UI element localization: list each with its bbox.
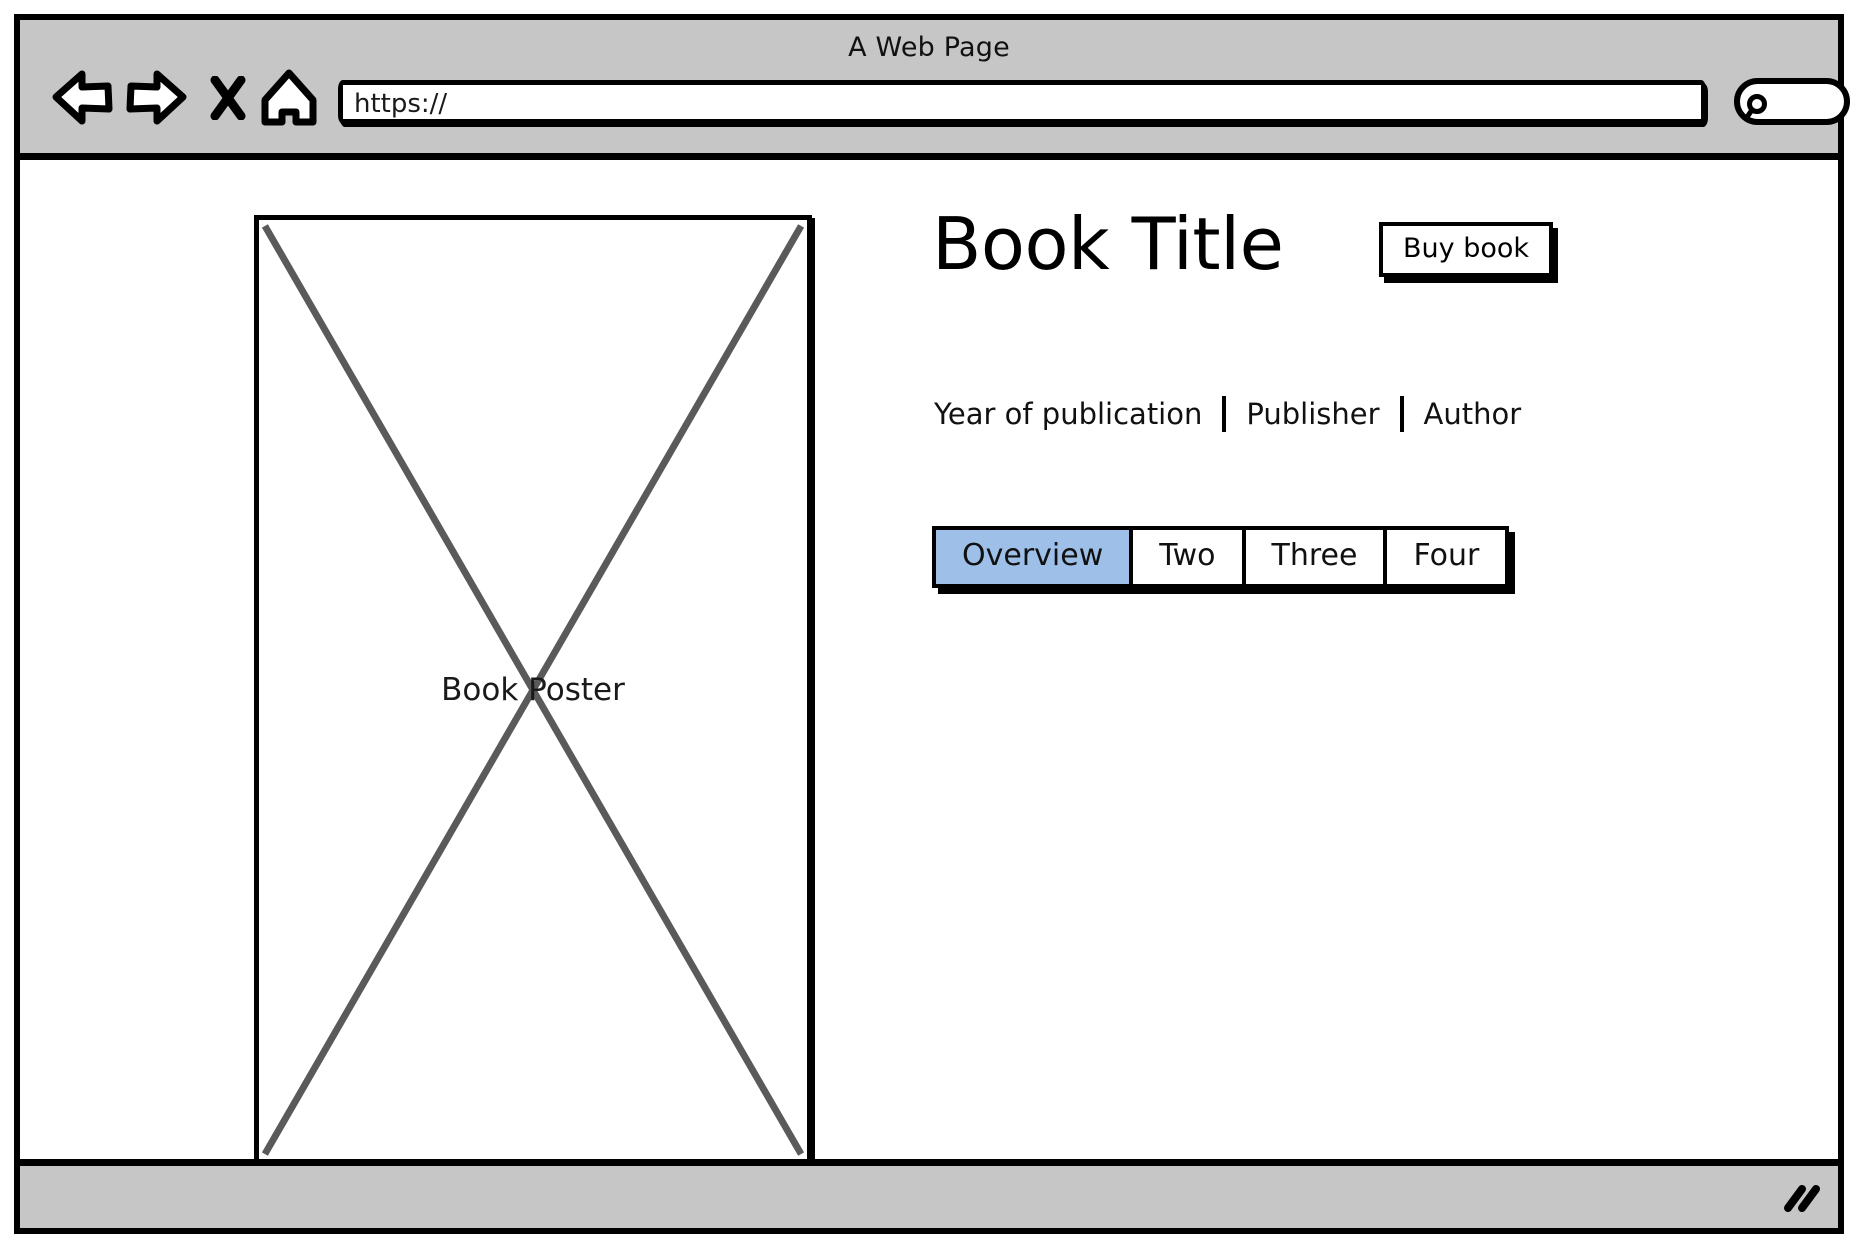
book-metadata: Year of publication Publisher Author (932, 396, 1523, 432)
home-icon[interactable] (260, 68, 318, 132)
tab-bar: Overview Two Three Four (932, 526, 1510, 588)
meta-separator (1222, 396, 1227, 432)
resize-grip-icon[interactable] (1782, 1182, 1822, 1220)
buy-book-button[interactable]: Buy book (1379, 222, 1554, 277)
url-input-value[interactable]: https:// (354, 89, 447, 119)
book-detail-column: Book Title Buy book Year of publication … (932, 208, 1798, 588)
forward-arrow-icon[interactable] (125, 70, 187, 130)
page-title: Book Title (932, 202, 1284, 286)
book-poster-label: Book Poster (441, 672, 625, 708)
meta-author: Author (1423, 397, 1522, 431)
meta-separator (1399, 396, 1404, 432)
stop-x-icon[interactable] (208, 75, 248, 124)
search-magnifier-icon (1743, 92, 1775, 126)
meta-publisher: Publisher (1246, 397, 1380, 431)
tab-overview[interactable]: Overview (936, 530, 1134, 584)
tab-two[interactable]: Two (1133, 530, 1246, 584)
browser-window: A Web Page https:// Book Poster Book Tit… (14, 14, 1850, 1234)
book-poster-placeholder: Book Poster (254, 215, 812, 1165)
tab-four[interactable]: Four (1387, 530, 1506, 584)
browser-toolbar: https:// (20, 68, 1850, 146)
search-input[interactable] (1734, 78, 1850, 125)
back-arrow-icon[interactable] (52, 70, 114, 130)
page-content: Book Poster Book Title Buy book Year of … (20, 160, 1838, 1165)
url-bar[interactable]: https:// (338, 80, 1706, 124)
window-title: A Web Page (848, 32, 1010, 63)
status-bar (20, 1159, 1838, 1228)
tab-three[interactable]: Three (1245, 530, 1388, 584)
browser-chrome: A Web Page https:// (20, 20, 1850, 160)
meta-year-of-publication: Year of publication (934, 397, 1203, 431)
title-row: Book Title Buy book (932, 208, 1798, 304)
